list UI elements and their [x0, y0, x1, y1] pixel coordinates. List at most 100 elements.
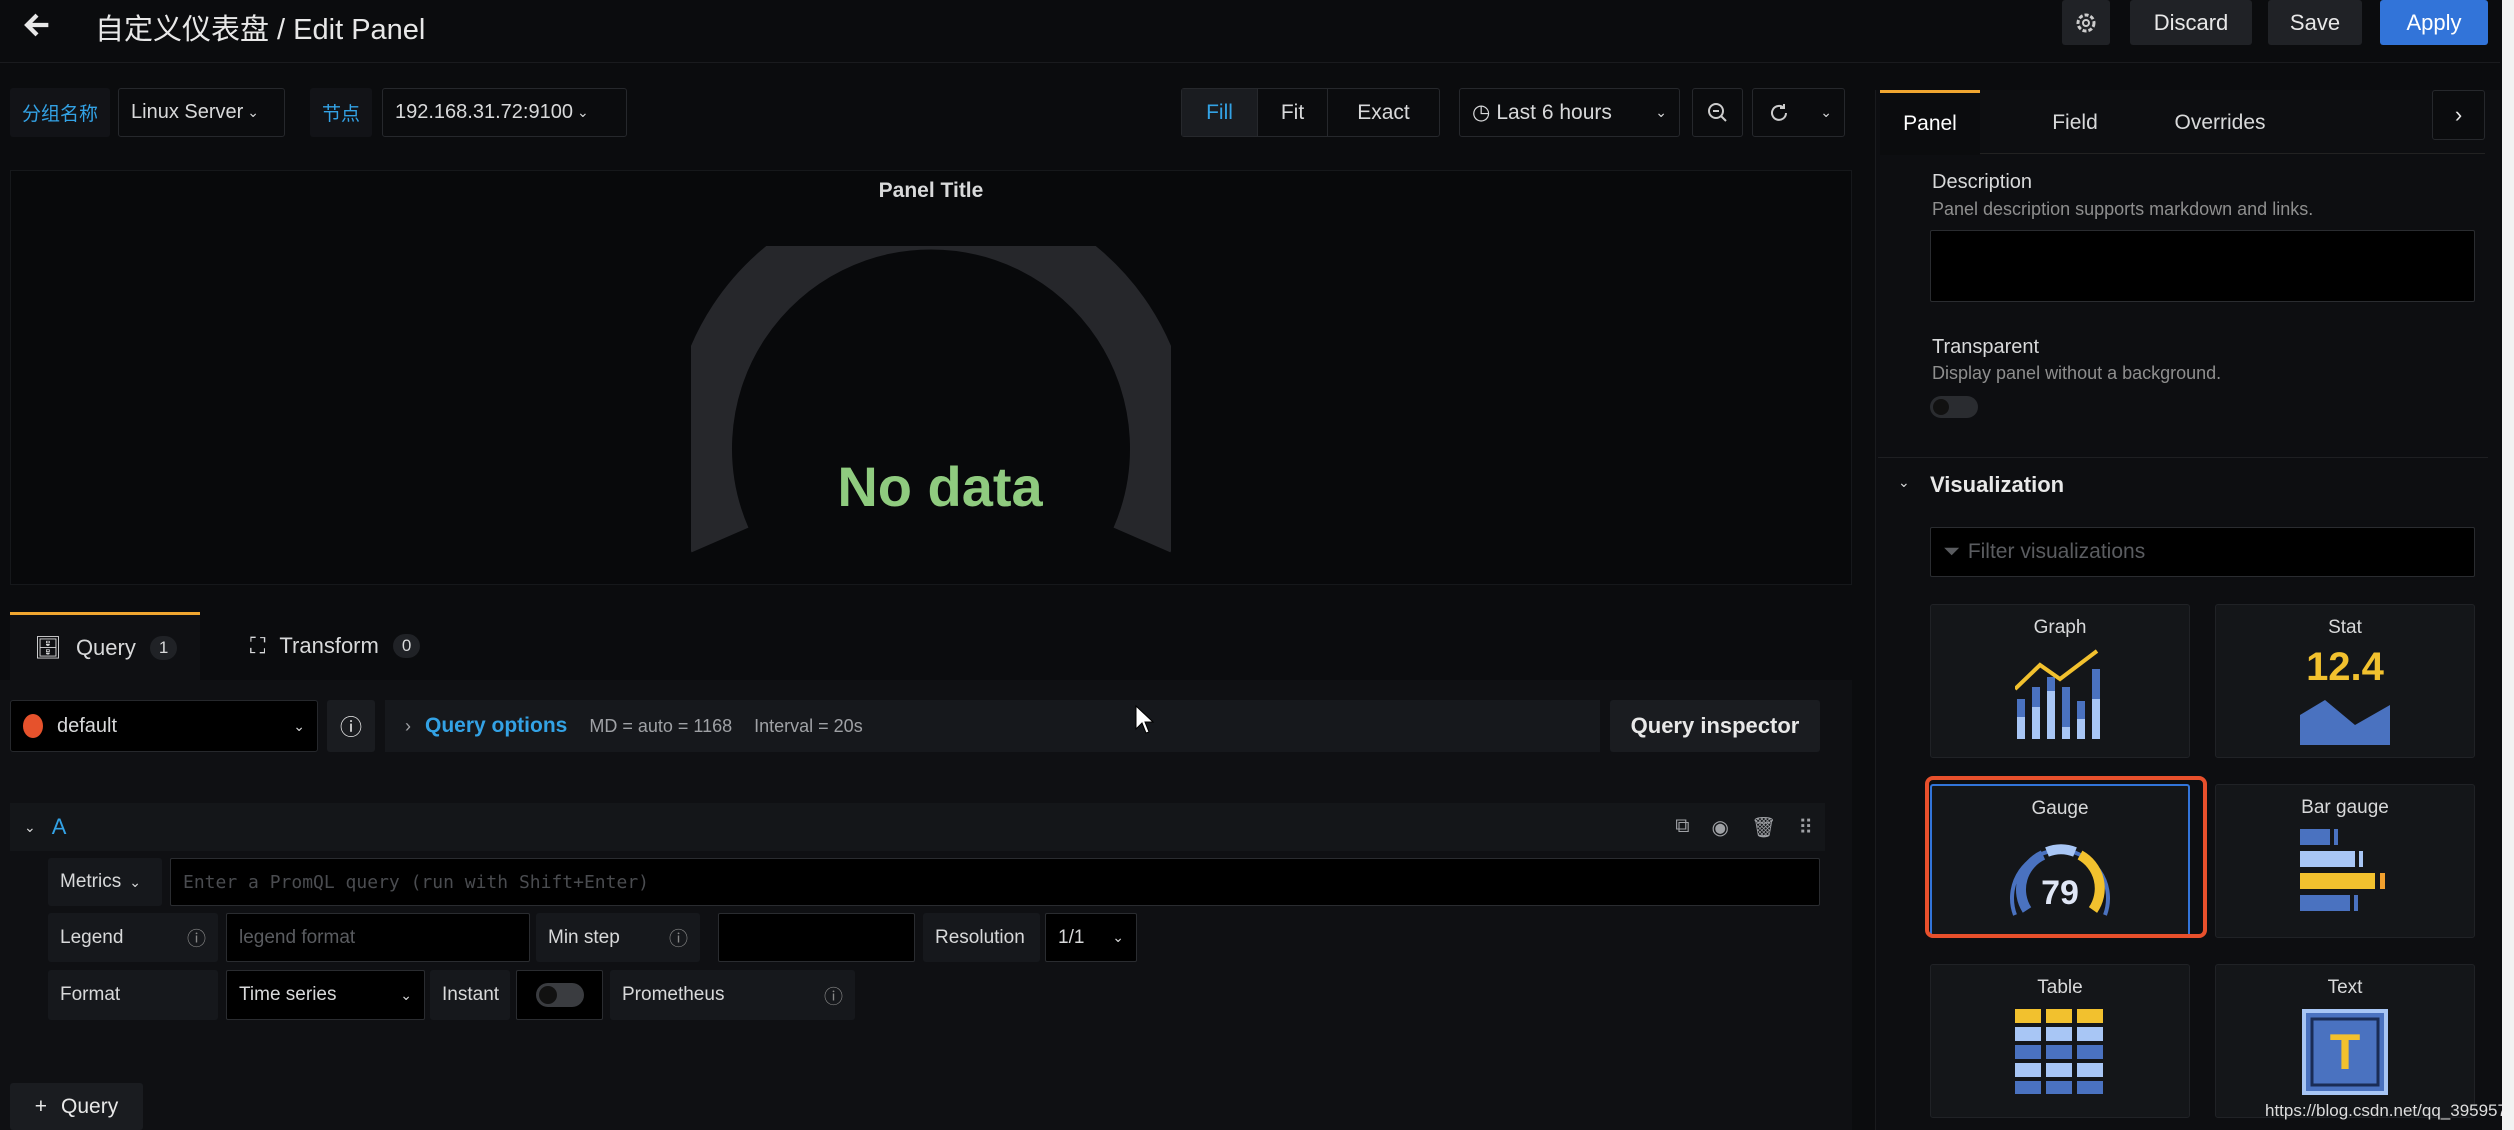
promql-input[interactable]: Enter a PromQL query (run with Shift+Ent… [170, 858, 1820, 906]
fill-button[interactable]: Fill [1182, 89, 1257, 136]
zoom-out-icon [1707, 102, 1727, 122]
viz-card-label: Stat [2328, 617, 2362, 638]
zoom-out-button[interactable] [1692, 88, 1743, 137]
chevron-down-icon: ⌄ [129, 873, 141, 890]
variable-value: 192.168.31.72:9100 [395, 101, 573, 123]
description-label: Description [1932, 171, 2033, 193]
count-badge: 1 [149, 635, 178, 660]
format-value: Time series [239, 984, 337, 1005]
chevron-down-icon[interactable]: ⌄ [1898, 474, 1910, 491]
datasource-select[interactable]: default ⌄ [10, 700, 318, 752]
duplicate-icon[interactable]: ⧉ [1675, 815, 1689, 840]
apply-button[interactable]: Apply [2380, 0, 2488, 45]
info-icon[interactable]: ⓘ [187, 924, 206, 951]
chevron-down-icon[interactable]: ⌄ [1820, 104, 1832, 121]
max-data-points: MD = auto = 1168 [589, 715, 733, 736]
chevron-down-icon: ⌄ [1655, 104, 1667, 120]
variable-select-group[interactable]: Linux Server ⌄ [118, 88, 285, 137]
viz-card-label: Table [2037, 977, 2083, 998]
drag-handle-icon[interactable]: ⠿ [1798, 815, 1813, 840]
description-help: Panel description supports markdown and … [1932, 199, 2314, 219]
help-icon: ⓘ [339, 715, 362, 740]
visualization-header[interactable]: Visualization [1930, 472, 2064, 498]
chevron-down-icon: ⌄ [576, 104, 589, 120]
resolution-select[interactable]: 1/1 ⌄ [1045, 913, 1137, 962]
no-data-text: No data [837, 455, 1043, 518]
variable-value: Linux Server [131, 101, 244, 123]
metrics-button[interactable]: Metrics ⌄ [48, 858, 162, 906]
min-step-text: Min step [548, 926, 620, 948]
collapse-pane-button[interactable]: › [2432, 90, 2485, 140]
viz-card-bar-gauge[interactable]: Bar gauge [2215, 784, 2475, 938]
instant-toggle[interactable] [516, 970, 603, 1020]
filter-placeholder: Filter visualizations [1967, 540, 2146, 563]
viz-card-text[interactable]: Text T [2215, 964, 2475, 1118]
query-options[interactable]: › Query options MD = auto = 1168 Interval =… [385, 700, 1600, 752]
legend-input[interactable]: legend format [226, 913, 530, 962]
transparent-toggle[interactable] [1930, 396, 1978, 418]
refresh-icon [1771, 103, 1787, 121]
description-textarea[interactable] [1930, 230, 2475, 302]
tab-label: Transform [279, 633, 379, 658]
legend-label: Legend ⓘ [48, 913, 218, 962]
tab-field[interactable]: Field [2025, 90, 2125, 155]
tab-transform[interactable]: ⛶ Transform 0 [240, 612, 450, 680]
query-inspector-button[interactable]: Query inspector [1610, 700, 1820, 752]
settings-button[interactable] [2062, 0, 2110, 45]
query-options-label: Query options [425, 714, 568, 737]
eye-icon[interactable]: ◉ [1712, 815, 1729, 840]
time-picker[interactable]: ◷ Last 6 hours ⌄ [1459, 88, 1680, 137]
panel-title: Panel Title [878, 179, 984, 202]
viz-card-stat[interactable]: Stat 12.4 [2215, 604, 2475, 758]
gauge-highlight [1925, 776, 2207, 938]
tab-query[interactable]: 🗄 Query 1 [10, 612, 200, 680]
refresh-button[interactable]: ⌄ [1752, 88, 1845, 137]
tab-overrides[interactable]: Overrides [2145, 90, 2295, 155]
add-query-label: Query [61, 1094, 119, 1118]
viz-card-table[interactable]: Table [1930, 964, 2190, 1118]
save-button[interactable]: Save [2268, 0, 2362, 45]
chevron-down-icon: ⌄ [293, 717, 305, 734]
gauge-arc [691, 246, 1171, 553]
query-ref[interactable]: A [52, 814, 67, 840]
prometheus-label: Prometheus ⓘ [610, 970, 855, 1020]
database-icon: 🗄 [34, 634, 62, 660]
transform-icon: ⛶ [250, 633, 266, 658]
collapse-chevron-icon[interactable]: ⌄ [24, 819, 36, 836]
variable-label-node: 节点 [310, 88, 373, 137]
query-row-header: ⌄ A ⧉ ◉ 🗑 ⠿ [10, 803, 1825, 851]
clock-icon: ◷ [1472, 101, 1491, 124]
chevron-down-icon: ⌄ [247, 104, 260, 120]
panel-preview: Panel Title No data [10, 170, 1852, 585]
datasource-value: default [57, 714, 118, 737]
exact-button[interactable]: Exact [1327, 89, 1439, 136]
right-edge [2502, 0, 2514, 1130]
format-select[interactable]: Time series ⌄ [226, 970, 425, 1020]
table-icon [2015, 1009, 2103, 1094]
bar-gauge-icon [2300, 829, 2385, 911]
mouse-cursor-icon [1135, 705, 1155, 734]
legend-text: Legend [60, 926, 124, 948]
viz-card-label: Bar gauge [2301, 797, 2389, 818]
viz-card-graph[interactable]: Graph [1930, 604, 2190, 758]
time-range: Last 6 hours [1496, 100, 1612, 124]
count-badge: 0 [392, 634, 421, 658]
variable-select-node[interactable]: 192.168.31.72:9100 ⌄ [382, 88, 627, 137]
resolution-label: Resolution [923, 913, 1040, 962]
prometheus-icon [23, 714, 43, 738]
variable-label-group: 分组名称 [10, 88, 111, 137]
add-query-button[interactable]: + Query [10, 1083, 143, 1130]
discard-button[interactable]: Discard [2130, 0, 2252, 45]
back-arrow-icon[interactable] [20, 8, 54, 42]
tab-panel[interactable]: Panel [1880, 90, 1980, 155]
info-icon[interactable]: ⓘ [824, 982, 843, 1009]
datasource-help-button[interactable]: ⓘ [327, 700, 375, 752]
gear-icon [2076, 13, 2096, 32]
display-mode-group: Fill Fit Exact [1181, 88, 1440, 137]
info-icon[interactable]: ⓘ [669, 924, 688, 951]
trash-icon[interactable]: 🗑 [1751, 815, 1776, 840]
min-step-input[interactable] [718, 913, 915, 962]
fit-button[interactable]: Fit [1257, 89, 1327, 136]
filter-visualizations-input[interactable]: ⏷ Filter visualizations [1930, 527, 2475, 577]
min-step-label: Min step ⓘ [536, 913, 700, 962]
